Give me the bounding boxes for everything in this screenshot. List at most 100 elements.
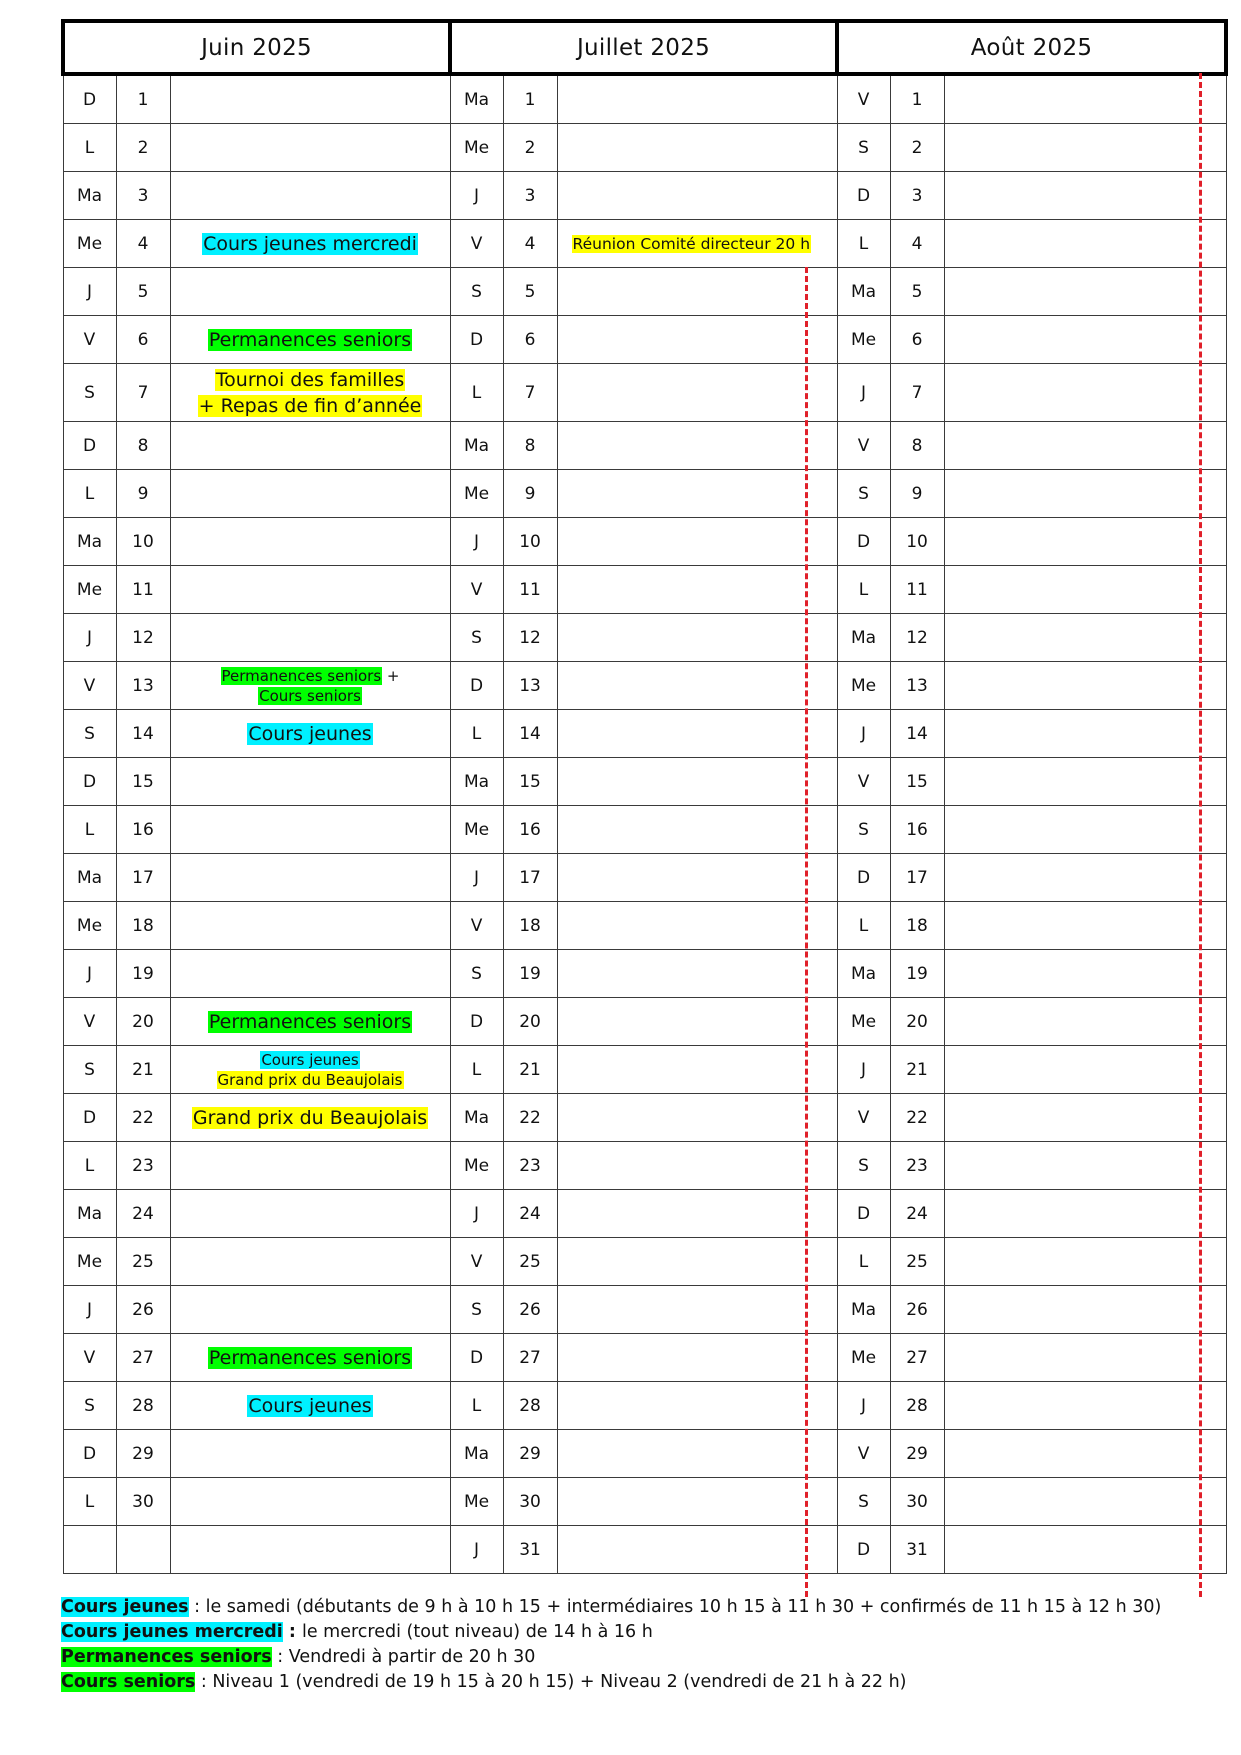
aout-event-cell — [943, 1477, 1227, 1526]
juin-event-cell — [169, 757, 451, 806]
calendar-row: Me 18 V 18 L 18 — [62, 901, 1227, 950]
juillet-event-cell — [556, 315, 838, 364]
juin-date-cell: 4 — [115, 219, 171, 268]
aout-date-cell: 28 — [889, 1381, 945, 1430]
juillet-weekday-cell: D — [449, 315, 504, 364]
event-line: Cours jeunes — [171, 1393, 450, 1419]
juillet-event-cell — [556, 757, 838, 806]
juillet-date-cell: 8 — [502, 421, 558, 470]
juillet-event-cell — [556, 1429, 838, 1478]
aout-date-cell: 23 — [889, 1141, 945, 1190]
juillet-event-cell — [556, 123, 838, 172]
juillet-event-cell — [556, 171, 838, 220]
juin-event-cell — [169, 613, 451, 662]
juillet-date-cell: 29 — [502, 1429, 558, 1478]
aout-date-cell: 31 — [889, 1525, 945, 1574]
juillet-event-cell — [556, 1381, 838, 1430]
calendar-row: S 7 Tournoi des familles + Repas de fin d’a… — [62, 363, 1227, 422]
juin-weekday-cell: L — [62, 1477, 117, 1526]
aout-event-cell — [943, 853, 1227, 902]
aout-weekday-cell: V — [836, 757, 891, 806]
juin-weekday-cell: Me — [62, 1237, 117, 1286]
aout-date-cell: 3 — [889, 171, 945, 220]
aout-date-cell: 30 — [889, 1477, 945, 1526]
juillet-date-cell: 17 — [502, 853, 558, 902]
aout-event-cell — [943, 1381, 1227, 1430]
month-header-juillet: Juillet 2025 — [448, 19, 840, 76]
juillet-event-cell — [556, 1189, 838, 1238]
juillet-date-cell: 24 — [502, 1189, 558, 1238]
legend-key: Cours seniors — [61, 1672, 196, 1692]
juin-date-cell: 1 — [115, 73, 171, 124]
juillet-weekday-cell: Me — [449, 805, 504, 854]
juin-weekday-cell: S — [62, 363, 117, 422]
aout-date-cell: 8 — [889, 421, 945, 470]
juillet-weekday-cell: Me — [449, 1477, 504, 1526]
juillet-weekday-cell: L — [449, 363, 504, 422]
legend-item: Cours jeunes mercredi : le mercredi (tou… — [61, 1620, 1161, 1645]
juillet-weekday-cell: V — [449, 565, 504, 614]
aout-weekday-cell: S — [836, 1477, 891, 1526]
aout-event-cell — [943, 1285, 1227, 1334]
juin-event-cell — [169, 565, 451, 614]
juin-weekday-cell: Ma — [62, 517, 117, 566]
calendar-row: Me 11 V 11 L 11 — [62, 565, 1227, 614]
aout-event-cell — [943, 661, 1227, 710]
event-label: Cours jeunes mercredi — [202, 232, 418, 255]
juin-date-cell: 20 — [115, 997, 171, 1046]
juin-weekday-cell: Me — [62, 565, 117, 614]
aout-weekday-cell: S — [836, 469, 891, 518]
legend-key: Permanences seniors — [61, 1647, 272, 1667]
juin-weekday-cell: L — [62, 805, 117, 854]
event-label: Cours jeunes — [247, 722, 373, 745]
juillet-weekday-cell: Ma — [449, 1093, 504, 1142]
juin-event-cell: Cours jeunes mercredi — [169, 219, 451, 268]
juillet-event-cell — [556, 421, 838, 470]
calendar-row: D 8 Ma 8 V 8 — [62, 421, 1227, 470]
juillet-event-cell — [556, 853, 838, 902]
juillet-date-cell: 9 — [502, 469, 558, 518]
juillet-event-cell — [556, 709, 838, 758]
calendar-body: D 1 Ma 1 V 1 L 2 Me 2 S 2 Ma 3 J 3 D 3 Me 4 Cours jeunes mer… — [62, 73, 1227, 1574]
juillet-event-cell — [556, 267, 838, 316]
juin-event-cell — [169, 1525, 451, 1574]
juillet-date-cell: 3 — [502, 171, 558, 220]
calendar-row: J 5 S 5 Ma 5 — [62, 267, 1227, 316]
juin-date-cell — [115, 1525, 171, 1574]
juillet-weekday-cell: S — [449, 949, 504, 998]
aout-event-cell — [943, 1141, 1227, 1190]
juillet-weekday-cell: Ma — [449, 421, 504, 470]
juin-date-cell: 26 — [115, 1285, 171, 1334]
legend-item: Cours seniors : Niveau 1 (vendredi de 19… — [61, 1670, 1161, 1695]
juin-event-cell — [169, 267, 451, 316]
juin-weekday-cell: S — [62, 1381, 117, 1430]
event-label: Cours seniors — [258, 686, 362, 705]
event-label: Réunion Comité directeur 20 h — [571, 234, 812, 253]
aout-date-cell: 11 — [889, 565, 945, 614]
aout-date-cell: 12 — [889, 613, 945, 662]
legend-key: Cours jeunes mercredi — [61, 1622, 283, 1642]
juin-date-cell: 3 — [115, 171, 171, 220]
aout-weekday-cell: Ma — [836, 949, 891, 998]
juin-date-cell: 30 — [115, 1477, 171, 1526]
month-header-row: Juin 2025 Juillet 2025 Août 2025 — [60, 19, 1229, 76]
juillet-weekday-cell: D — [449, 1333, 504, 1382]
aout-date-cell: 29 — [889, 1429, 945, 1478]
juillet-date-cell: 22 — [502, 1093, 558, 1142]
august-red-dashed-line — [1199, 73, 1202, 1597]
aout-event-cell — [943, 219, 1227, 268]
aout-event-cell — [943, 805, 1227, 854]
event-line: Réunion Comité directeur 20 h — [558, 231, 837, 257]
juin-date-cell: 19 — [115, 949, 171, 998]
calendar-row: J 26 S 26 Ma 26 — [62, 1285, 1227, 1334]
aout-event-cell — [943, 709, 1227, 758]
juillet-event-cell — [556, 469, 838, 518]
juin-event-cell — [169, 1285, 451, 1334]
juin-event-cell — [169, 421, 451, 470]
aout-event-cell — [943, 1237, 1227, 1286]
calendar-row: V 27 Permanences seniors D 27 Me 27 — [62, 1333, 1227, 1382]
aout-weekday-cell: L — [836, 565, 891, 614]
legend-item: Cours jeunes : le samedi (débutants de 9… — [61, 1595, 1161, 1620]
juillet-event-cell — [556, 565, 838, 614]
event-label: Permanences seniors — [207, 328, 413, 351]
